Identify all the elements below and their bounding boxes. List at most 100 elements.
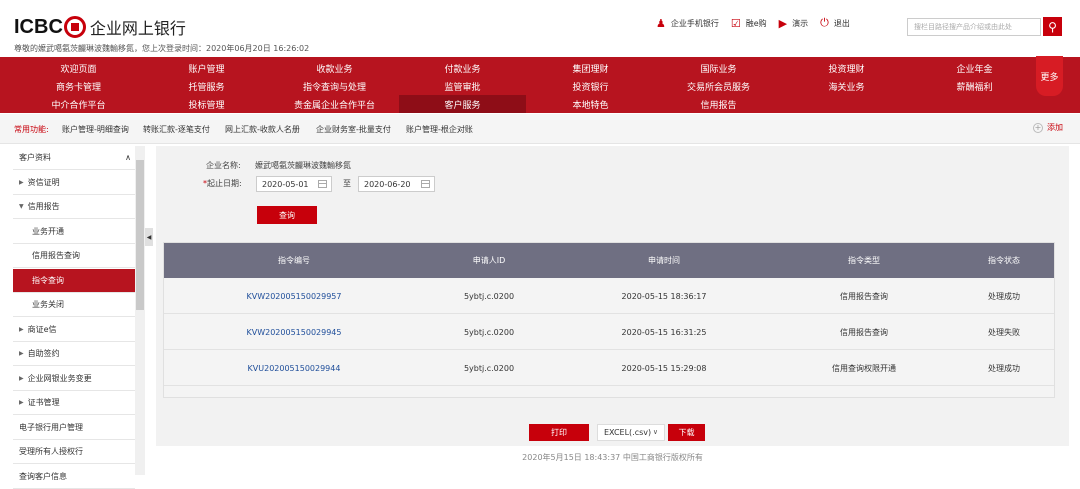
menu-item[interactable]: 欢迎页面: [15, 59, 142, 77]
sidebar-item[interactable]: ▶ 自助签约: [13, 342, 135, 366]
quick-link[interactable]: 转账汇款-逐笔支付: [143, 124, 210, 135]
sidebar-item-label: 自助签约: [27, 349, 60, 358]
sidebar-item[interactable]: ▶ 证书管理: [13, 391, 135, 415]
instruction-id-link[interactable]: KVU202005150029944: [204, 350, 384, 386]
menu-item[interactable]: 托管服务: [143, 77, 270, 95]
sidebar-item[interactable]: 信用报告查询: [13, 244, 135, 268]
start-date-input[interactable]: 2020-05-01: [256, 176, 332, 192]
menu-item[interactable]: 指令查询与处理: [271, 77, 398, 95]
sidebar-item[interactable]: 电子银行用户管理: [13, 416, 135, 440]
sidebar-item-label: 证书管理: [27, 398, 60, 407]
quick-link[interactable]: 企业财务室-批量支付: [316, 124, 391, 135]
end-date-input[interactable]: 2020-06-20: [358, 176, 435, 192]
menu-item[interactable]: 国际业务: [655, 59, 782, 77]
top-link-label: 演示: [792, 18, 809, 28]
column-header: 指令编号: [278, 256, 310, 265]
calendar-icon[interactable]: [318, 180, 327, 188]
footer-text: 2020年5月15日 18:43:37 中国工商银行版权所有: [522, 453, 703, 462]
date-range-label: *起止日期:: [203, 178, 242, 189]
sidebar-item[interactable]: 业务开通: [13, 220, 135, 244]
top-link-label: 退出: [833, 18, 850, 28]
table-cell: 5ybtj.c.0200: [463, 327, 515, 337]
menu-item[interactable]: 付款业务: [399, 59, 526, 77]
add-quick-button[interactable]: + 添加: [1033, 122, 1063, 133]
icbc-logo[interactable]: ICBC 企业网上银行: [14, 14, 186, 40]
top-link-label: 企业手机银行: [670, 18, 719, 28]
menu-item[interactable]: 集团理财: [527, 59, 654, 77]
menu-item[interactable]: 投资银行: [527, 77, 654, 95]
table-cell: 处理成功: [988, 363, 1020, 373]
caret-right-icon: ▶: [19, 350, 24, 357]
sidebar-item[interactable]: 查询客户信息: [13, 465, 135, 489]
export-format-select[interactable]: EXCEL(.csv) ∨: [597, 424, 665, 441]
sidebar-item[interactable]: 指令查询: [13, 268, 135, 293]
top-link-emall[interactable]: ☑ 融e购: [731, 17, 767, 30]
column-header: 申请人ID: [472, 256, 506, 265]
chevron-up-icon[interactable]: ∧: [125, 153, 131, 162]
menu-item[interactable]: 监管审批: [399, 77, 526, 95]
menu-item[interactable]: 企业年金: [911, 59, 1038, 77]
sidebar-item-label: 电子银行用户管理: [19, 422, 83, 432]
quick-link[interactable]: 账户管理-根企对账: [406, 124, 473, 135]
results-table: 指令编号 申请人ID 申请时间 指令类型 指令状态 KVW202005150029957…: [163, 242, 1055, 398]
menu-item[interactable]: 中介合作平台: [15, 95, 142, 113]
main-menu: 欢迎页面 账户管理 收款业务 付款业务 集团理财 国际业务 投资理财 企业年金商务卡管理 托管服…: [0, 57, 1080, 113]
instruction-id-link[interactable]: KVW202005150029957: [204, 278, 384, 314]
menu-item[interactable]: 信用报告: [655, 95, 782, 113]
table-cell: 处理失败: [988, 327, 1020, 337]
range-separator: 至: [343, 179, 351, 188]
person-icon: ♟: [656, 16, 666, 30]
column-header: 指令状态: [988, 256, 1020, 265]
instruction-id-link[interactable]: KVW202005150029945: [204, 314, 384, 350]
menu-item[interactable]: 薪酬福利: [911, 77, 1038, 95]
sidebar-scroll-thumb[interactable]: [136, 160, 144, 310]
download-button[interactable]: 下载: [668, 424, 705, 441]
menu-item[interactable]: 贵金属企业合作平台: [271, 95, 398, 113]
print-button[interactable]: 打印: [529, 424, 589, 441]
top-link-demo[interactable]: ▶ 演示: [779, 17, 808, 30]
menu-item[interactable]: 收款业务: [271, 59, 398, 77]
sidebar-item[interactable]: 受理所有人授权行: [13, 440, 135, 464]
table-cell: 2020-05-15 15:29:08: [621, 363, 707, 373]
sidebar-item[interactable]: 业务关闭: [13, 293, 135, 317]
quick-link[interactable]: 账户管理-明细查询: [62, 124, 129, 135]
sidebar-item[interactable]: ▼ 信用报告: [13, 195, 135, 219]
icbc-logo-icon: [63, 16, 86, 38]
sidebar-item[interactable]: ▶ 企业网银业务变更: [13, 367, 135, 391]
menu-item[interactable]: 账户管理: [143, 59, 270, 77]
table-cell: 信用报告查询: [840, 291, 888, 301]
sidebar-item[interactable]: ▶ 商证e信: [13, 318, 135, 342]
sidebar: 客户资料 ∧ ▶ 资信证明 ▼ 信用报告 业务开通 信用报告查询 指令查询 业务关闭 ▶ 商证e信 ▶ 自…: [13, 146, 135, 489]
date-label-text: 起止日期:: [207, 179, 242, 188]
table-row: KVW202005150029957 5ybtj.c.0200 2020-05-15…: [164, 278, 1054, 314]
menu-item[interactable]: 投资理财: [783, 59, 910, 77]
quick-label: 常用功能:: [14, 125, 49, 134]
table-cell: 5ybtj.c.0200: [463, 291, 515, 301]
sidebar-item-label: 资信证明: [27, 177, 60, 187]
query-button[interactable]: 查询: [257, 206, 317, 224]
more-menu-button[interactable]: 更多: [1036, 56, 1063, 96]
menu-item[interactable]: 本地特色: [527, 95, 654, 113]
quick-link[interactable]: 网上汇款-收款人名册: [225, 124, 300, 135]
plus-icon: +: [1033, 122, 1043, 133]
menu-item[interactable]: 客户服务: [399, 95, 526, 113]
menu-item[interactable]: 交易所会员服务: [655, 77, 782, 95]
sidebar-item-label: 信用报告查询: [32, 251, 80, 260]
top-link-mobile-bank[interactable]: ♟ 企业手机银行: [656, 17, 719, 30]
cart-icon: ☑: [730, 16, 741, 30]
calendar-icon[interactable]: [421, 180, 430, 188]
menu-item[interactable]: 投标管理: [143, 95, 270, 113]
search-button[interactable]: ⚲: [1043, 17, 1062, 36]
search-input[interactable]: 搜栏目路径搜产品介绍或由此处: [907, 18, 1041, 36]
collapse-sidebar-button[interactable]: ◀: [145, 228, 153, 246]
play-icon: ▶: [778, 16, 788, 30]
quick-functions-bar: 常用功能: 账户管理-明细查询 转账汇款-逐笔支付 网上汇款-收款人名册 企业财…: [0, 114, 1080, 144]
menu-item[interactable]: 商务卡管理: [15, 77, 142, 95]
company-label: 企业名称:: [206, 161, 241, 170]
caret-down-icon: ▼: [19, 203, 24, 210]
top-link-logout[interactable]: ⏻ 退出: [820, 16, 850, 30]
sidebar-item-label: 信用报告: [27, 202, 60, 211]
menu-item[interactable]: 海关业务: [783, 77, 910, 95]
sidebar-item[interactable]: 客户资料 ∧: [13, 146, 135, 170]
sidebar-item[interactable]: ▶ 资信证明: [13, 171, 135, 195]
